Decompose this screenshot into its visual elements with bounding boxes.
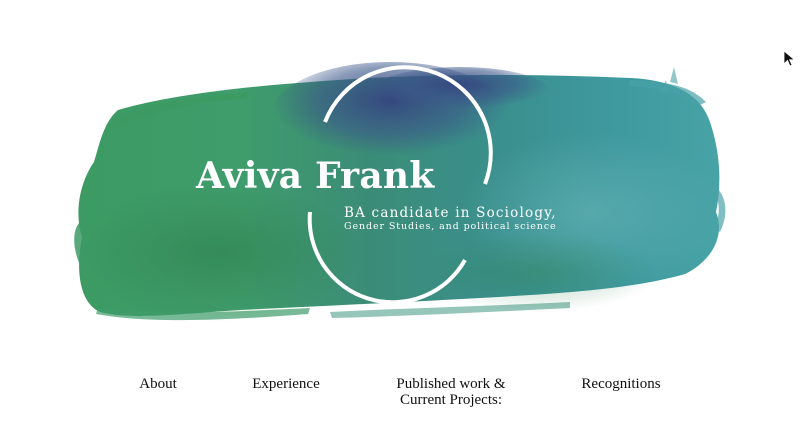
mouse-pointer-icon (783, 50, 796, 67)
nav-link-published-line2: Current Projects: (399, 392, 503, 408)
nav-link-published-line1: Published work & (396, 376, 506, 392)
nav-link-about[interactable]: About (128, 376, 188, 392)
main-nav: About Experience Published work & Curren… (0, 376, 800, 416)
subtitle-degree: BA candidate in Sociology, (344, 205, 557, 221)
watercolor-brush-stroke (74, 62, 726, 322)
nav-link-published-work[interactable]: Published work & Current Projects: (382, 376, 520, 408)
subtitle-fields: Gender Studies, and political science (344, 221, 557, 232)
nav-link-experience[interactable]: Experience (241, 376, 331, 392)
page: Aviva Frank BA candidate in Sociology, G… (0, 0, 800, 422)
nav-link-recognitions[interactable]: Recognitions (571, 376, 671, 392)
site-title: Aviva Frank (196, 155, 435, 197)
hero-banner (70, 62, 730, 337)
